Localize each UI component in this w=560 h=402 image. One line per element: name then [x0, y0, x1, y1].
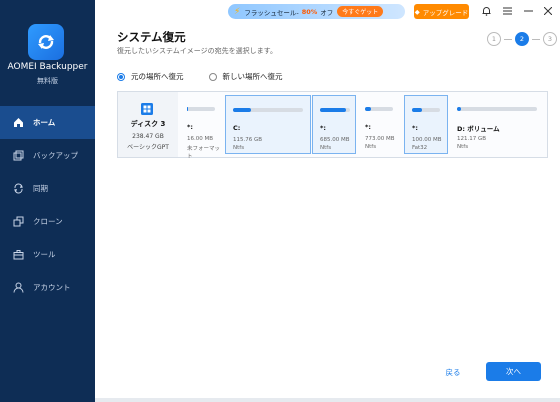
app-name: AOMEI Backupper	[7, 62, 88, 72]
step-1: 1	[487, 32, 501, 46]
partition-size: 121.17 GB	[457, 136, 487, 142]
upgrade-button[interactable]: ◆ アップグレード	[414, 4, 469, 19]
back-button[interactable]: 戻る	[440, 364, 466, 380]
partition[interactable]: C: 115.76 GB Ntfs	[225, 95, 311, 154]
radio-original-location[interactable]	[117, 72, 125, 81]
page-subtitle: 復元したいシステムイメージの宛先を選択します。	[117, 47, 277, 55]
partition-label: D: ボリューム	[457, 125, 500, 133]
sidebar-item-clone[interactable]: クローン	[0, 205, 95, 238]
step-connector	[504, 38, 512, 40]
partition-size: 773.00 MB	[365, 136, 395, 142]
radio-new-location[interactable]	[208, 72, 217, 81]
sidebar-item-label: バックアップ	[33, 151, 78, 160]
sidebar-item-home[interactable]: ホーム	[0, 106, 95, 139]
partition-size: 16.00 MB	[187, 136, 214, 142]
page-title: システム復元	[117, 30, 186, 44]
sidebar-item-label: アカウント	[33, 283, 71, 292]
partition-usage-fill	[233, 108, 251, 112]
clone-icon	[12, 216, 24, 228]
disk-windows-icon	[140, 101, 154, 115]
partition-usage-fill	[320, 108, 346, 112]
bell-icon[interactable]	[479, 4, 493, 18]
partition-fs: 未フォーマット	[187, 146, 221, 160]
disk-name: ディスク 3	[130, 120, 166, 128]
upgrade-label: アップグレード	[422, 8, 469, 17]
partition[interactable]: *: 100.00 MB Fat32	[404, 95, 448, 154]
sidebar: AOMEI Backupper 無料版 ホーム バックアップ 同期 クローン ツ…	[0, 0, 95, 402]
partition-label: *:	[187, 123, 193, 131]
partition-usage-bar	[457, 107, 537, 111]
partition[interactable]: *: 773.00 MB Ntfs	[358, 95, 402, 154]
partition-label: *:	[320, 124, 326, 132]
partition-fs: Ntfs	[457, 144, 469, 150]
sidebar-item-account[interactable]: アカウント	[0, 271, 95, 304]
partition-usage-fill	[412, 108, 422, 112]
promo-buy-button[interactable]: 今すぐゲット	[337, 6, 384, 17]
promo-percent: 80%	[301, 7, 318, 16]
sync-icon	[12, 183, 24, 195]
lightning-icon: ⚡	[234, 6, 241, 17]
partition-usage-bar	[320, 108, 350, 112]
partition-fs: Ntfs	[320, 145, 332, 151]
partition-label: *:	[412, 124, 418, 132]
partition[interactable]: *: 16.00 MB 未フォーマット	[180, 95, 224, 160]
partition-size: 100.00 MB	[412, 137, 442, 143]
sidebar-item-label: ホーム	[33, 118, 56, 127]
partition-usage-fill	[365, 107, 371, 111]
step-2: 2	[515, 32, 529, 46]
sidebar-item-label: クローン	[33, 217, 63, 226]
backup-icon	[12, 150, 24, 162]
partition-usage-bar	[365, 107, 393, 111]
step-connector	[532, 38, 540, 40]
menu-icon[interactable]	[500, 4, 514, 18]
partition-fs: Ntfs	[365, 144, 377, 150]
sidebar-item-sync[interactable]: 同期	[0, 172, 95, 205]
sidebar-nav: ホーム バックアップ 同期 クローン ツール アカウント	[0, 106, 95, 304]
partition-usage-bar	[233, 108, 303, 112]
diamond-icon: ◆	[414, 7, 420, 16]
promo-text: フラッシュセール-	[244, 8, 299, 17]
next-button[interactable]: 次へ	[486, 362, 541, 381]
partition-label: C:	[233, 124, 241, 132]
restore-location-options: 元の場所へ復元 新しい場所へ復元	[117, 71, 308, 82]
account-icon	[12, 282, 24, 294]
close-icon[interactable]	[541, 4, 555, 18]
partition-usage-fill	[457, 107, 461, 111]
partition-size: 115.76 GB	[233, 137, 263, 143]
radio-original-label[interactable]: 元の場所へ復元	[131, 71, 184, 82]
promo-suffix: オフ	[320, 8, 334, 17]
sidebar-item-backup[interactable]: バックアップ	[0, 139, 95, 172]
partition[interactable]: *: 685.00 MB Ntfs	[312, 95, 356, 154]
disk-panel: ディスク 3 238.47 GB ベーシックGPT *: 16.00 MB 未フ…	[117, 91, 548, 160]
sidebar-item-label: ツール	[33, 250, 56, 259]
app-logo-icon	[28, 24, 64, 60]
disk-size: 238.47 GB	[132, 133, 164, 140]
sidebar-item-tools[interactable]: ツール	[0, 238, 95, 271]
partition-fs: Fat32	[412, 145, 428, 151]
partition-fs: Ntfs	[233, 145, 245, 151]
home-icon	[12, 117, 24, 129]
minimize-icon[interactable]	[521, 4, 535, 18]
partition-label: *:	[365, 123, 371, 131]
partition[interactable]: D: ボリューム 121.17 GB Ntfs	[450, 95, 546, 154]
sidebar-item-label: 同期	[33, 184, 48, 193]
step-indicator: 1 2 3	[487, 32, 557, 46]
partition-usage-bar	[412, 108, 440, 112]
bottom-scrollbar	[95, 398, 560, 402]
partition-size: 685.00 MB	[320, 137, 350, 143]
partition-usage-bar	[187, 107, 215, 111]
disk-info[interactable]: ディスク 3 238.47 GB ベーシックGPT	[118, 92, 178, 157]
partition-usage-fill	[187, 107, 189, 111]
flash-sale-banner[interactable]: ⚡ フラッシュセール- 80% オフ 今すぐゲット	[228, 4, 405, 19]
disk-type: ベーシックGPT	[127, 144, 169, 151]
radio-new-label[interactable]: 新しい場所へ復元	[223, 71, 283, 82]
tools-icon	[12, 249, 24, 261]
step-3: 3	[543, 32, 557, 46]
app-edition: 無料版	[37, 77, 58, 85]
